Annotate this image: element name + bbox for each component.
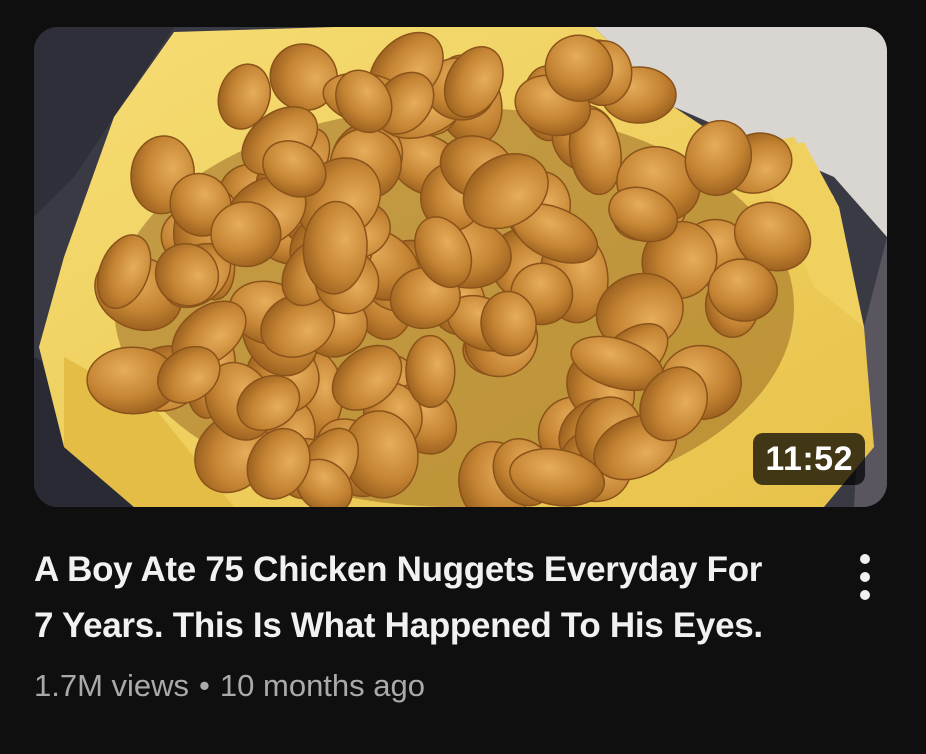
- video-thumbnail[interactable]: 11:52: [34, 27, 887, 507]
- video-title-line-1: A Boy Ate 75 Chicken Nuggets Everyday Fo…: [34, 550, 763, 589]
- video-title-line-2: 7 Years. This Is What Happened To His Ey…: [34, 606, 763, 645]
- more-options-button[interactable]: [845, 548, 885, 606]
- view-count: 1.7M views: [34, 668, 190, 703]
- video-details: A Boy Ate 75 Chicken Nuggets Everyday Fo…: [34, 542, 834, 706]
- video-metadata: 1.7M views • 10 months ago: [34, 666, 834, 706]
- upload-age: 10 months ago: [219, 668, 425, 703]
- video-card[interactable]: 11:52 A Boy Ate 75 Chicken Nuggets Every…: [0, 0, 926, 754]
- video-title[interactable]: A Boy Ate 75 Chicken Nuggets Everyday Fo…: [34, 542, 834, 654]
- duration-badge: 11:52: [753, 433, 865, 485]
- meta-separator: •: [199, 668, 210, 703]
